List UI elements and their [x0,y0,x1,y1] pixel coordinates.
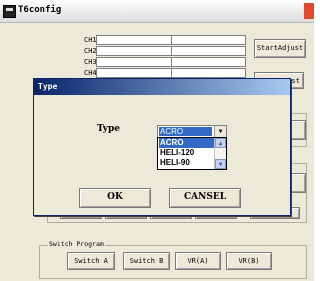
switch-a-button[interactable]: Switch A [67,252,115,270]
vr-b-button[interactable]: VR(B) [226,252,272,270]
dropdown-arrow-icon[interactable]: ▼ [214,126,226,137]
channel-label-1: CH1 [84,36,97,44]
switch-b-button[interactable]: Switch B [123,252,170,270]
type-option-acro[interactable]: ACRO [159,138,214,148]
ch1-field-a[interactable] [96,35,172,45]
window-title: T6config [18,5,62,15]
ok-button[interactable]: OK [79,188,151,208]
dialog-titlebar[interactable]: Type [34,79,290,95]
ch4-field-b[interactable] [171,68,246,78]
type-select-value: ACRO [159,127,212,136]
ch4-field-a[interactable] [96,68,172,78]
window-titlebar[interactable]: T6config [0,0,314,23]
type-dialog: Type Type ACRO ▼ ACRO HELI-120 HELI-90 ▲… [33,78,291,216]
ch1-field-b[interactable] [171,35,246,45]
channel-label-4: CH4 [84,69,97,77]
cancel-button[interactable]: CANSEL [169,188,241,208]
dropdown-scrollbar[interactable]: ▲ ▼ [214,138,226,169]
ch3-field-b[interactable] [171,57,246,67]
channel-label-2: CH2 [84,47,97,55]
scroll-down-icon[interactable]: ▼ [215,159,226,169]
channel-label-3: CH3 [84,58,97,66]
ch3-field-a[interactable] [96,57,172,67]
type-dropdown-list: ACRO HELI-120 HELI-90 ▲ ▼ [157,137,227,170]
app-icon [3,5,16,18]
scroll-up-icon[interactable]: ▲ [215,138,226,148]
start-adjust-button[interactable]: StartAdjust [254,39,306,58]
close-icon[interactable] [304,3,314,19]
type-option-heli-120[interactable]: HELI-120 [159,148,214,158]
hidden-button-right[interactable] [290,120,306,140]
ch2-field-b[interactable] [171,46,246,56]
type-option-heli-90[interactable]: HELI-90 [159,158,214,168]
hidden-button-right-2[interactable] [290,173,306,193]
switch-program-label: Switch Program [48,240,105,248]
dialog-title: Type [38,82,58,91]
main-window: T6config CH1 CH2 CH3 CH4 StartAdjust ust… [0,0,314,281]
type-label: Type [97,124,120,134]
vr-a-button[interactable]: VR(A) [175,252,221,270]
ch2-field-a[interactable] [96,46,172,56]
